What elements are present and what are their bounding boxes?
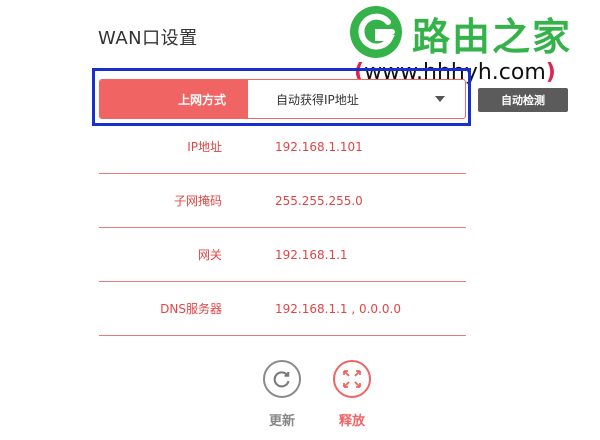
- subnet-mask-value: 255.255.255.0: [275, 193, 363, 208]
- refresh-label: 更新: [268, 414, 295, 429]
- field-row-ip: IP地址 192.168.1.101: [99, 120, 466, 174]
- release-label: 释放: [338, 414, 365, 429]
- field-row-subnet: 子网掩码 255.255.255.0: [99, 174, 466, 228]
- brand-logo-icon: [350, 6, 402, 58]
- page-title: WAN口设置: [98, 28, 198, 49]
- subnet-mask-label: 子网掩码: [173, 194, 222, 208]
- connection-method-value: 自动获得IP地址: [276, 92, 359, 107]
- auto-detect-button[interactable]: 自动检测: [478, 88, 568, 112]
- refresh-action: 更新: [260, 360, 304, 429]
- ip-address-value: 192.168.1.101: [275, 139, 363, 154]
- release-arrows-icon: [343, 370, 361, 388]
- watermark-brand: 路由之家: [412, 15, 573, 59]
- dns-server-label: DNS服务器: [160, 302, 222, 316]
- connection-method-select[interactable]: 自动获得IP地址: [248, 80, 465, 118]
- field-row-dns: DNS服务器 192.168.1.1 , 0.0.0.0: [99, 282, 466, 336]
- refresh-button[interactable]: [263, 360, 301, 398]
- connection-method-label: 上网方式: [100, 80, 248, 118]
- release-button[interactable]: [333, 360, 371, 398]
- dns-server-value: 192.168.1.1 , 0.0.0.0: [275, 301, 401, 316]
- ip-address-label: IP地址: [187, 140, 222, 154]
- field-row-gateway: 网关 192.168.1.1: [99, 228, 466, 282]
- chevron-down-icon: [435, 96, 445, 102]
- gateway-label: 网关: [197, 248, 222, 262]
- release-action: 释放: [330, 360, 374, 429]
- connection-method-row: 上网方式 自动获得IP地址: [99, 79, 466, 119]
- gateway-value: 192.168.1.1: [275, 247, 348, 262]
- refresh-icon: [273, 371, 290, 388]
